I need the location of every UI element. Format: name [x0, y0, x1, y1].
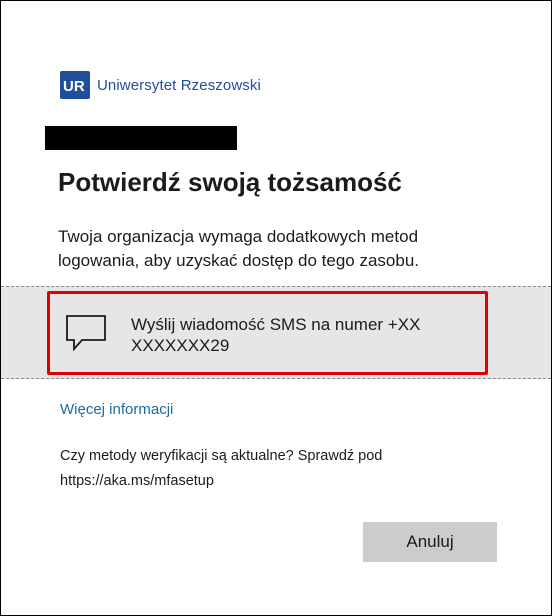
page-title: Potwierdź swoją tożsamość	[58, 167, 402, 197]
svg-text:UR: UR	[63, 78, 85, 94]
ur-logo-glyph: UR	[63, 78, 85, 94]
organization-name: Uniwersytet Rzeszowski	[97, 76, 261, 94]
verification-hint: Czy metody weryfikacji są aktualne? Spra…	[60, 448, 383, 489]
org-branding: UR Uniwersytet Rzeszowski	[60, 70, 261, 100]
ur-logo-icon: UR	[60, 71, 90, 99]
redacted-account-identifier	[45, 126, 237, 150]
sms-method-label[interactable]: Wyślij wiadomość SMS na numer +XX XXXXXX…	[131, 314, 471, 356]
page-description: Twoja organizacja wymaga dodatkowych met…	[58, 227, 420, 270]
sms-speech-bubble-icon	[66, 315, 106, 352]
cancel-button[interactable]: Anuluj	[363, 522, 497, 562]
auth-dialog: UR Uniwersytet Rzeszowski Potwierdź swoj…	[0, 0, 552, 616]
more-info-link[interactable]: Więcej informacji	[60, 401, 173, 418]
